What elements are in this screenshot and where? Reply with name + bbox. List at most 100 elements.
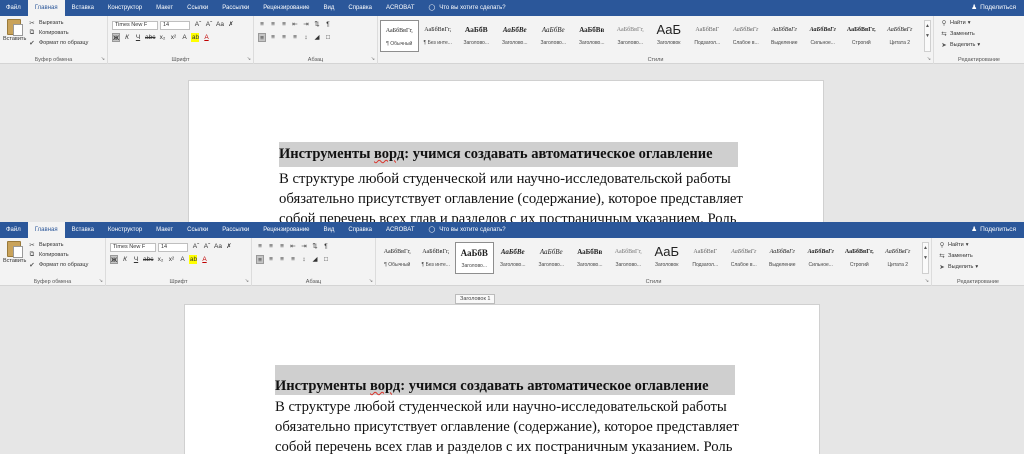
bullets-icon[interactable]: ≡ <box>258 20 266 29</box>
highlight-icon[interactable]: ab <box>189 255 198 264</box>
tab-review[interactable]: Рецензирование <box>256 222 316 238</box>
tab-home[interactable]: Главная <box>27 222 65 238</box>
style-heading-4[interactable]: АаБбВв Заголово... <box>571 242 610 274</box>
document-body[interactable]: В структуре любой студенческой или научн… <box>279 169 743 222</box>
clear-format-icon[interactable]: ✗ <box>227 20 235 29</box>
cut-button[interactable]: ✂ Вырезать <box>28 19 63 27</box>
tab-view[interactable]: Вид <box>317 222 342 238</box>
style-normal[interactable]: АаБбВвГг, ¶ Обычный <box>378 242 417 274</box>
vertical-scrollbar[interactable] <box>1018 286 1024 454</box>
pilcrow-icon[interactable]: ¶ <box>324 20 332 29</box>
styles-more-button[interactable]: ▲ ▼ <box>922 242 929 274</box>
document-heading[interactable]: Инструменты ворд: учимся создавать автом… <box>275 365 735 395</box>
tab-help[interactable]: Справка <box>341 0 379 16</box>
font-name-select[interactable]: Times New F <box>112 21 158 30</box>
superscript-icon[interactable]: x² <box>167 255 175 264</box>
dialog-launcher-icon[interactable]: ↘ <box>925 278 929 284</box>
format-painter-button[interactable]: ✔ Формат по образцу <box>28 261 88 269</box>
style-heading-1[interactable]: АаБбВ Заголово... <box>455 242 494 274</box>
style-title[interactable]: АаБ Заголовок <box>648 242 687 274</box>
dialog-launcher-icon[interactable]: ↘ <box>247 56 251 62</box>
style-title[interactable]: АаБ Заголовок <box>650 20 689 52</box>
tell-me-box[interactable]: ◯ Что вы хотите сделать? <box>422 0 513 16</box>
shading-icon[interactable]: ◢ <box>313 33 321 42</box>
vertical-scrollbar[interactable] <box>1018 64 1024 222</box>
document-page[interactable]: Инструменты ворд: учимся создавать автом… <box>188 80 824 222</box>
increase-indent-icon[interactable]: ⇥ <box>300 242 308 251</box>
style-no-spacing[interactable]: АаБбВвГг, ¶ Без инте... <box>417 242 456 274</box>
dialog-launcher-icon[interactable]: ↘ <box>371 56 375 62</box>
tab-design[interactable]: Конструктор <box>101 222 149 238</box>
subscript-icon[interactable]: x₂ <box>158 33 166 42</box>
decrease-indent-icon[interactable]: ⇤ <box>289 242 297 251</box>
tab-file[interactable]: Файл <box>0 222 28 238</box>
tab-view[interactable]: Вид <box>317 0 342 16</box>
style-heading-5[interactable]: АаБбВвГг, Заголово... <box>611 20 650 52</box>
replace-button[interactable]: ⇆ Заменить <box>938 252 972 260</box>
document-page[interactable]: Инструменты ворд: учимся создавать автом… <box>184 304 820 454</box>
strikethrough-icon[interactable]: abc <box>143 255 153 264</box>
subscript-icon[interactable]: x₂ <box>156 255 164 264</box>
shrink-font-icon[interactable]: Aˇ <box>203 242 211 251</box>
align-right-icon[interactable]: ≡ <box>278 255 286 264</box>
font-name-select[interactable]: Times New F <box>110 243 156 252</box>
borders-icon[interactable]: □ <box>324 33 332 42</box>
align-center-icon[interactable]: ≡ <box>267 255 275 264</box>
tab-layout[interactable]: Макет <box>149 0 180 16</box>
strikethrough-icon[interactable]: abc <box>145 33 155 42</box>
align-center-icon[interactable]: ≡ <box>269 33 277 42</box>
underline-icon[interactable]: Ч <box>134 33 142 42</box>
sort-icon[interactable]: ⇅ <box>311 242 319 251</box>
style-strong[interactable]: АаБбВвГг, Строгий <box>842 20 881 52</box>
italic-icon[interactable]: К <box>121 255 129 264</box>
highlight-icon[interactable]: ab <box>191 33 200 42</box>
style-no-spacing[interactable]: АаБбВвГг, ¶ Без инте... <box>419 20 458 52</box>
share-button[interactable]: ♟ Поделиться <box>971 0 1016 16</box>
grow-font-icon[interactable]: Aˆ <box>194 20 202 29</box>
clear-format-icon[interactable]: ✗ <box>225 242 233 251</box>
align-left-icon[interactable]: ≡ <box>256 255 264 264</box>
document-body[interactable]: В структуре любой студенческой или научн… <box>275 397 739 454</box>
tab-mailings[interactable]: Рассылки <box>215 0 256 16</box>
copy-button[interactable]: ⧉ Копировать <box>28 251 69 259</box>
style-subtle-emphasis[interactable]: АаБбВвГг Слабое в... <box>725 242 764 274</box>
select-button[interactable]: ➤ Выделить ▾ <box>940 41 980 49</box>
bold-icon[interactable]: Ж <box>112 33 120 42</box>
style-intense-emphasis[interactable]: АаБбВвГг Сильное... <box>804 20 843 52</box>
find-button[interactable]: ⚲ Найти ▾ <box>940 19 971 27</box>
style-emphasis[interactable]: АаБбВвГг Выделение <box>765 20 804 52</box>
dialog-launcher-icon[interactable]: ↘ <box>101 56 105 62</box>
style-emphasis[interactable]: АаБбВвГг Выделение <box>763 242 802 274</box>
tab-design[interactable]: Конструктор <box>101 0 149 16</box>
style-heading-2[interactable]: АаБбВе Заголово... <box>494 242 533 274</box>
tab-references[interactable]: Ссылки <box>180 222 215 238</box>
style-intense-emphasis[interactable]: АаБбВвГг Сильное... <box>802 242 841 274</box>
tab-layout[interactable]: Макет <box>149 222 180 238</box>
replace-button[interactable]: ⇆ Заменить <box>940 30 974 38</box>
grow-font-icon[interactable]: Aˆ <box>192 242 200 251</box>
style-strong[interactable]: АаБбВвГг, Строгий <box>840 242 879 274</box>
find-button[interactable]: ⚲ Найти ▾ <box>938 241 969 249</box>
tab-references[interactable]: Ссылки <box>180 0 215 16</box>
tell-me-box[interactable]: ◯ Что вы хотите сделать? <box>422 222 513 238</box>
tab-acrobat[interactable]: ACROBAT <box>379 0 422 16</box>
style-subtle-emphasis[interactable]: АаБбВвГг Слабое в... <box>727 20 766 52</box>
style-subtitle[interactable]: АаБбВвГ Подзагол... <box>688 20 727 52</box>
text-effects-icon[interactable]: A <box>178 255 186 264</box>
bullets-icon[interactable]: ≡ <box>256 242 264 251</box>
style-quote[interactable]: АаБбВвГг Цитата 2 <box>879 242 918 274</box>
style-quote[interactable]: АаБбВвГг Цитата 2 <box>881 20 920 52</box>
text-effects-icon[interactable]: A <box>180 33 188 42</box>
line-spacing-icon[interactable]: ↕ <box>302 33 310 42</box>
change-case-icon[interactable]: Aa <box>216 20 224 29</box>
line-spacing-icon[interactable]: ↕ <box>300 255 308 264</box>
style-normal[interactable]: АаБбВвГг, ¶ Обычный <box>380 20 419 52</box>
decrease-indent-icon[interactable]: ⇤ <box>291 20 299 29</box>
tab-acrobat[interactable]: ACROBAT <box>379 222 422 238</box>
tab-insert[interactable]: Вставка <box>65 0 101 16</box>
font-size-select[interactable]: 14 <box>158 243 188 252</box>
numbering-icon[interactable]: ≡ <box>269 20 277 29</box>
misspelled-word[interactable]: ворд <box>370 378 400 394</box>
dialog-launcher-icon[interactable]: ↘ <box>99 278 103 284</box>
style-heading-3[interactable]: АаБбВе Заголово... <box>532 242 571 274</box>
